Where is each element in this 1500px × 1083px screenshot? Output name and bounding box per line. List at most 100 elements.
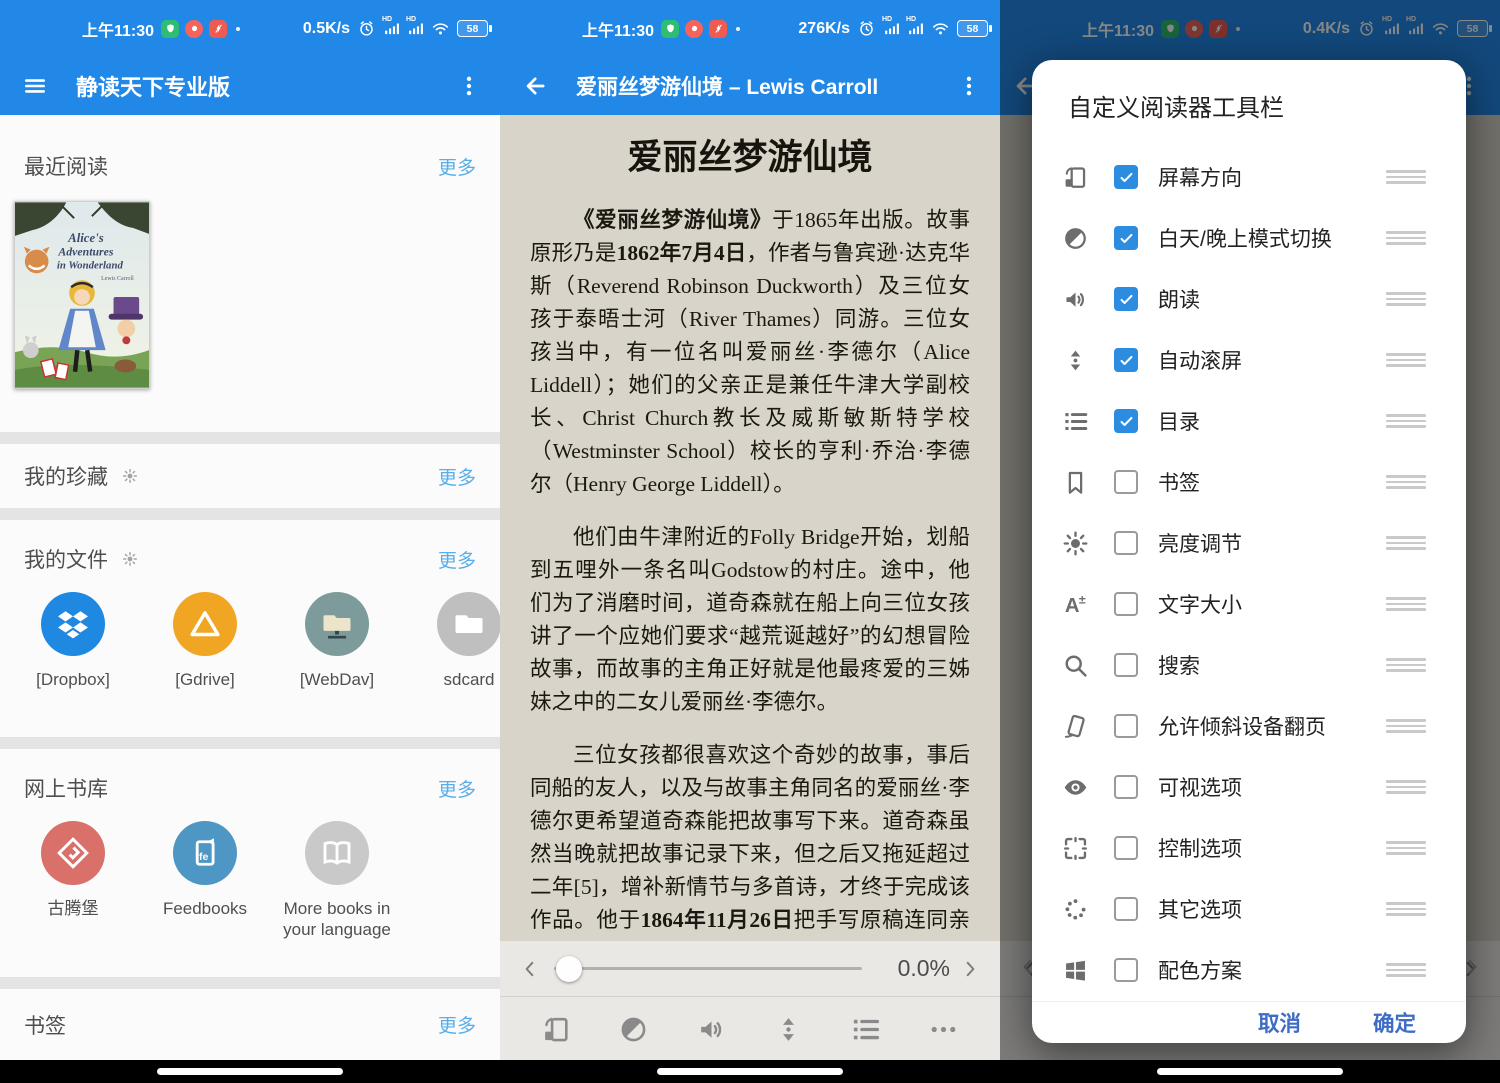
gesture-pill[interactable] — [1157, 1068, 1343, 1075]
auto-scroll-icon[interactable] — [773, 1014, 804, 1045]
ok-button[interactable]: 确定 — [1373, 1007, 1416, 1038]
toolbar-option-row[interactable]: 可视选项 — [1032, 757, 1466, 818]
customize-toolbar-dialog: 自定义阅读器工具栏 屏幕方向 白天/晚上模式切换 朗读 自动滚屏 — [1032, 60, 1466, 1043]
rotate-screen-icon[interactable] — [541, 1014, 572, 1045]
toolbar-option-row[interactable]: 控制选项 — [1032, 818, 1466, 879]
more-dots-icon[interactable] — [928, 1014, 959, 1045]
checkbox[interactable] — [1114, 897, 1138, 921]
chevron-left-icon[interactable] — [520, 959, 540, 979]
svg-text:Lewis Carroll: Lewis Carroll — [101, 276, 134, 282]
dots-scatter-icon — [1058, 896, 1092, 923]
svg-text:A: A — [1064, 595, 1079, 617]
checkbox[interactable] — [1114, 409, 1138, 433]
drag-handle-icon[interactable] — [1386, 536, 1426, 550]
source-tile[interactable]: 古腾堡 — [7, 821, 139, 940]
day-night-icon[interactable] — [618, 1014, 649, 1045]
toolbar-option-label: 控制选项 — [1158, 833, 1386, 863]
section-recent: 最近阅读 更多 Alice's Adventures — [0, 115, 500, 432]
progress-slider[interactable] — [554, 957, 862, 981]
source-tile[interactable]: fe Feedbooks — [139, 821, 271, 940]
slider-knob[interactable] — [556, 956, 582, 982]
gesture-pill[interactable] — [157, 1068, 343, 1075]
network-speed: 0.5K/s — [303, 20, 350, 38]
source-tile[interactable]: [WebDav] — [271, 592, 403, 690]
book-cover[interactable]: Alice's Adventures in Wonderland Lewis C… — [14, 201, 150, 389]
drag-handle-icon[interactable] — [1386, 719, 1426, 733]
speaker-icon[interactable] — [696, 1014, 727, 1045]
gdrive-icon — [173, 592, 237, 656]
chevron-right-icon[interactable] — [960, 959, 980, 979]
checkbox[interactable] — [1114, 165, 1138, 189]
toolbar-option-label: 其它选项 — [1158, 894, 1386, 924]
toolbar-option-label: 白天/晚上模式切换 — [1158, 223, 1386, 253]
checkbox[interactable] — [1114, 775, 1138, 799]
toolbar-option-row[interactable]: 其它选项 — [1032, 879, 1466, 940]
drag-handle-icon[interactable] — [1386, 597, 1426, 611]
toolbar-option-label: 搜索 — [1158, 650, 1386, 680]
drag-handle-icon[interactable] — [1386, 170, 1426, 184]
section-title: 我的文件 — [24, 544, 108, 574]
checkbox[interactable] — [1114, 348, 1138, 372]
more-link[interactable]: 更多 — [438, 153, 476, 180]
shield-badge-icon — [161, 20, 179, 38]
source-tile[interactable]: More books in your language — [271, 821, 403, 940]
alarm-icon — [357, 19, 376, 38]
tile-label: [Dropbox] — [36, 669, 110, 690]
drag-handle-icon[interactable] — [1386, 963, 1426, 977]
cancel-button[interactable]: 取消 — [1258, 1007, 1301, 1038]
overflow-menu-icon[interactable] — [954, 71, 984, 101]
source-tile[interactable]: [Dropbox] — [7, 592, 139, 690]
dropbox-icon — [41, 592, 105, 656]
source-tile[interactable]: sdcard — [403, 592, 500, 690]
toc-list-icon — [1058, 408, 1092, 435]
toolbar-option-row[interactable]: 配色方案 — [1032, 940, 1466, 1001]
drag-handle-icon[interactable] — [1386, 414, 1426, 428]
toolbar-option-row[interactable]: 自动滚屏 — [1032, 330, 1466, 391]
eye-icon — [1058, 774, 1092, 801]
more-link[interactable]: 更多 — [438, 546, 476, 573]
chapter-heading: 爱丽丝梦游仙境 — [500, 129, 1000, 180]
gesture-pill[interactable] — [657, 1068, 843, 1075]
drag-handle-icon[interactable] — [1386, 841, 1426, 855]
menu-icon[interactable] — [20, 71, 50, 101]
overflow-menu-icon[interactable] — [454, 71, 484, 101]
gear-icon[interactable] — [122, 468, 138, 484]
status-time: 上午11:30 — [582, 17, 654, 41]
drag-handle-icon[interactable] — [1386, 475, 1426, 489]
checkbox[interactable] — [1114, 836, 1138, 860]
toc-list-icon[interactable] — [850, 1014, 881, 1045]
checkbox[interactable] — [1114, 958, 1138, 982]
checkbox[interactable] — [1114, 714, 1138, 738]
network-speed: 276K/s — [798, 20, 850, 38]
toolbar-option-row[interactable]: 朗读 — [1032, 269, 1466, 330]
toolbar-option-row[interactable]: 屏幕方向 — [1032, 147, 1466, 208]
checkbox[interactable] — [1114, 470, 1138, 494]
source-tile[interactable]: [Gdrive] — [139, 592, 271, 690]
checkbox[interactable] — [1114, 226, 1138, 250]
toolbar-option-row[interactable]: 搜索 — [1032, 635, 1466, 696]
drag-handle-icon[interactable] — [1386, 658, 1426, 672]
drag-handle-icon[interactable] — [1386, 292, 1426, 306]
toolbar-option-row[interactable]: 亮度调节 — [1032, 513, 1466, 574]
more-link[interactable]: 更多 — [438, 463, 476, 490]
toolbar-option-row[interactable]: 书签 — [1032, 452, 1466, 513]
drag-handle-icon[interactable] — [1386, 902, 1426, 916]
toolbar-option-row[interactable]: 白天/晚上模式切换 — [1032, 208, 1466, 269]
checkbox[interactable] — [1114, 653, 1138, 677]
drag-handle-icon[interactable] — [1386, 231, 1426, 245]
more-link[interactable]: 更多 — [438, 1011, 476, 1038]
reader-page[interactable]: 爱丽丝梦游仙境 《爱丽丝梦游仙境》于1865年出版。故事原形乃是1862年7月4… — [500, 115, 1000, 1060]
back-arrow-icon[interactable] — [520, 71, 550, 101]
day-night-icon — [1058, 225, 1092, 252]
checkbox[interactable] — [1114, 531, 1138, 555]
checkbox[interactable] — [1114, 592, 1138, 616]
toolbar-option-row[interactable]: A± 文字大小 — [1032, 574, 1466, 635]
checkbox[interactable] — [1114, 287, 1138, 311]
gesture-nav-bar — [500, 1060, 1000, 1083]
drag-handle-icon[interactable] — [1386, 353, 1426, 367]
toolbar-option-row[interactable]: 目录 — [1032, 391, 1466, 452]
gear-icon[interactable] — [122, 551, 138, 567]
toolbar-option-row[interactable]: 允许倾斜设备翻页 — [1032, 696, 1466, 757]
more-link[interactable]: 更多 — [438, 775, 476, 802]
drag-handle-icon[interactable] — [1386, 780, 1426, 794]
